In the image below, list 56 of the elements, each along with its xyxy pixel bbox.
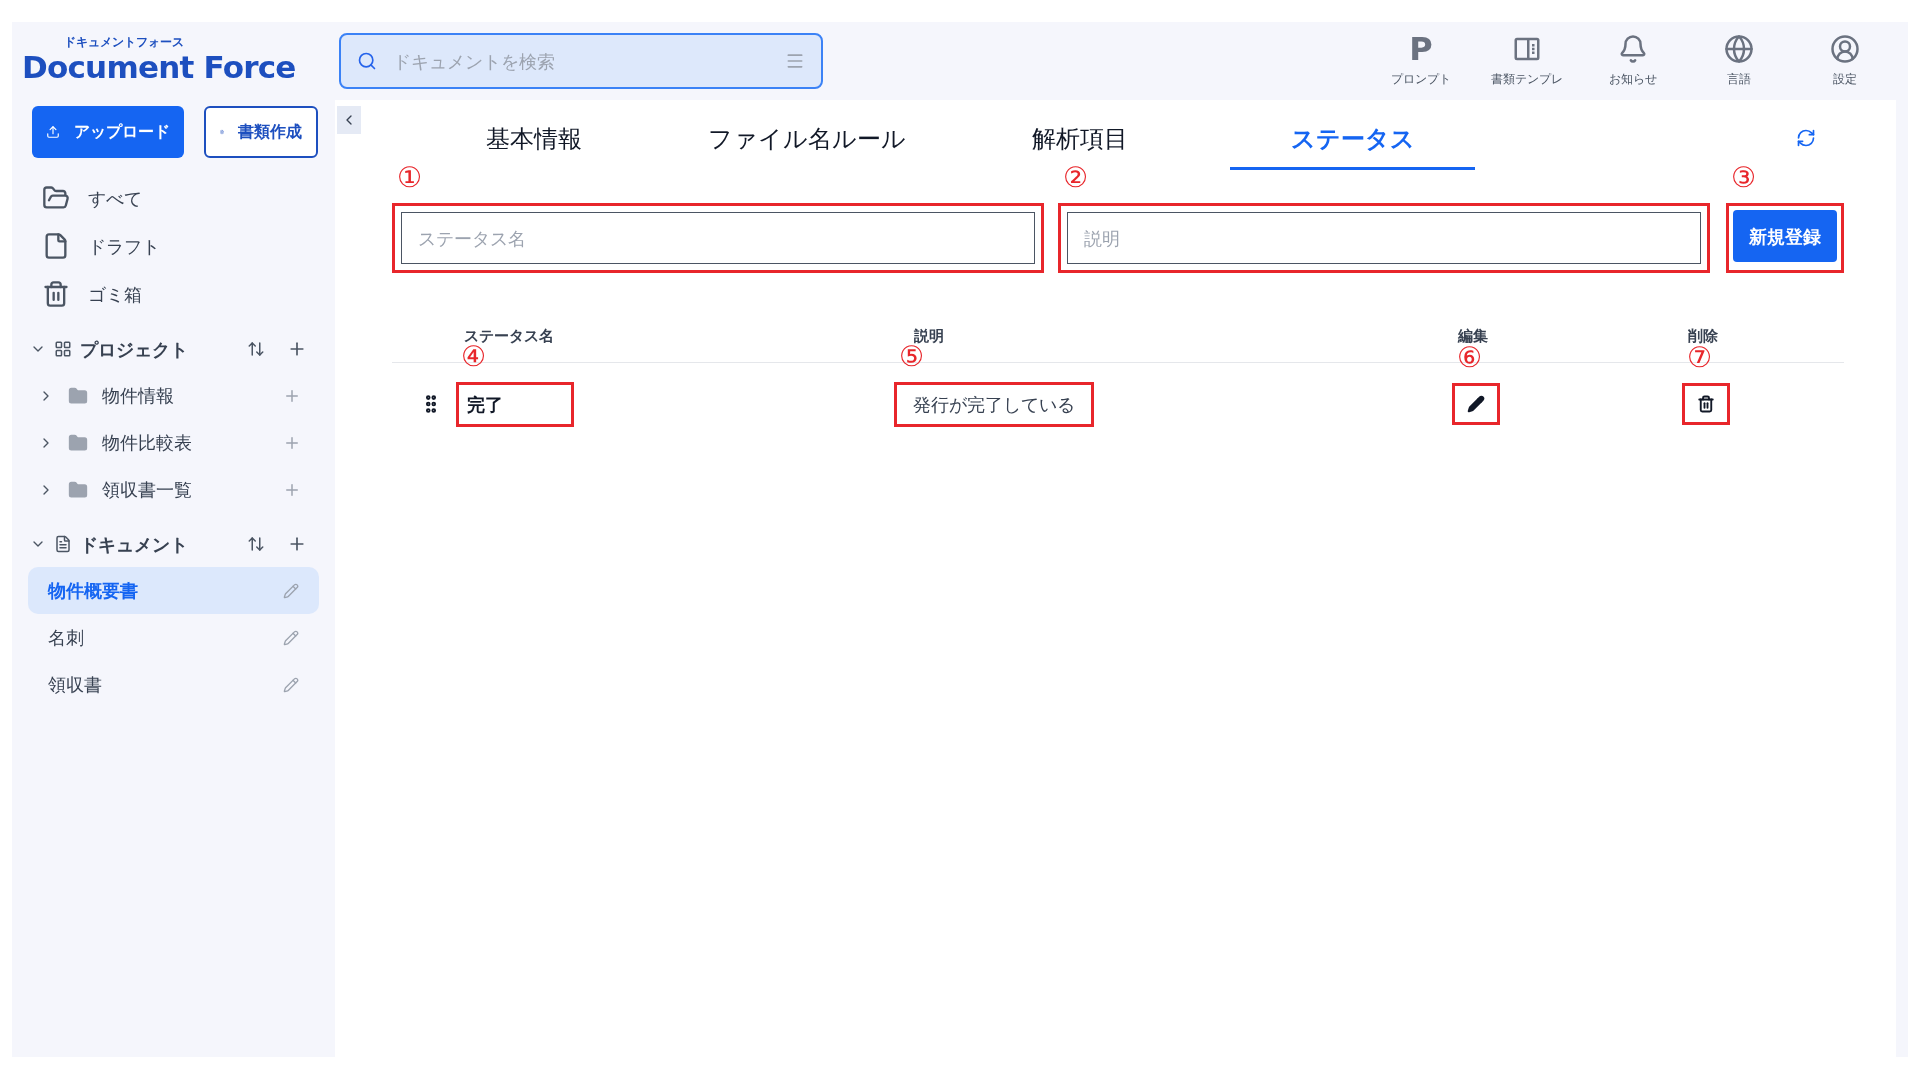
logo-kana: ドキュメントフォース: [64, 36, 185, 48]
project-item[interactable]: 物件情報: [102, 382, 174, 409]
annotation-number: ③: [1731, 164, 1757, 192]
top-nav-button[interactable]: 言語: [1686, 34, 1792, 88]
column-header: 削除: [1687, 326, 1719, 346]
edit-icon[interactable]: [1467, 395, 1485, 413]
document-item[interactable]: 物件概要書: [28, 567, 319, 614]
search-input[interactable]: ドキュメントを検索: [393, 47, 769, 75]
column-header: 編集: [1456, 326, 1489, 346]
annotation-number: ④: [461, 342, 487, 371]
description-field[interactable]: 説明: [1067, 212, 1701, 264]
project-item[interactable]: 領収書一覧: [102, 476, 192, 503]
globe-icon: [1724, 34, 1754, 64]
logo: Document Force: [22, 48, 297, 86]
description-cell: 発行が完了している: [913, 393, 1075, 415]
user-icon: [1830, 34, 1860, 64]
folder-icon: [68, 479, 88, 500]
section-title: ドキュメント: [80, 532, 188, 557]
trash-icon: [42, 280, 70, 308]
document-item[interactable]: 領収書: [28, 661, 319, 708]
register-button[interactable]: 新規登録: [1733, 210, 1837, 262]
nav-link[interactable]: ドラフト: [88, 232, 160, 260]
annotation-number: ②: [1063, 164, 1089, 192]
search-icon: [357, 51, 377, 71]
refresh-icon[interactable]: [1796, 128, 1816, 148]
create-document-button[interactable]: 書類作成: [204, 106, 318, 158]
status-name-cell: 完了: [467, 393, 503, 415]
upload-button[interactable]: アップロード: [32, 106, 184, 158]
folder-icon: [68, 385, 88, 406]
section-title: プロジェクト: [80, 337, 188, 362]
project-item[interactable]: 物件比較表: [102, 429, 192, 456]
tab[interactable]: ステータス: [1230, 110, 1475, 170]
top-nav-button[interactable]: お知らせ: [1580, 34, 1686, 88]
search-field[interactable]: ドキュメントを検索: [339, 33, 823, 89]
delete-icon[interactable]: [1697, 395, 1715, 413]
document-item[interactable]: 名刺: [28, 614, 319, 661]
top-nav-button[interactable]: 書類テンプレ: [1474, 34, 1580, 88]
bell-icon: [1618, 34, 1648, 64]
sort-icon[interactable]: [247, 535, 265, 553]
annotation-number: ⑤: [899, 342, 925, 371]
top-nav-button[interactable]: P プロンプト: [1368, 34, 1474, 88]
status-name-field[interactable]: ステータス名: [401, 212, 1035, 264]
top-nav-button[interactable]: 設定: [1792, 34, 1898, 88]
upload-icon: [46, 123, 60, 141]
folder-icon: [68, 432, 88, 453]
annotation-number: ⑥: [1457, 344, 1483, 372]
column-header: 説明: [914, 326, 945, 345]
sort-icon[interactable]: [247, 340, 265, 358]
grid-icon: [54, 340, 72, 358]
annotation-number: ⑦: [1687, 344, 1713, 372]
annotation-number: ①: [397, 164, 423, 192]
column-header: ステータス名: [463, 326, 555, 345]
nav-link[interactable]: ゴミ箱: [88, 280, 142, 308]
prompt-icon: P: [1409, 34, 1433, 64]
nav-link[interactable]: すべて: [88, 184, 142, 212]
tab[interactable]: ファイル名ルール: [684, 110, 929, 170]
